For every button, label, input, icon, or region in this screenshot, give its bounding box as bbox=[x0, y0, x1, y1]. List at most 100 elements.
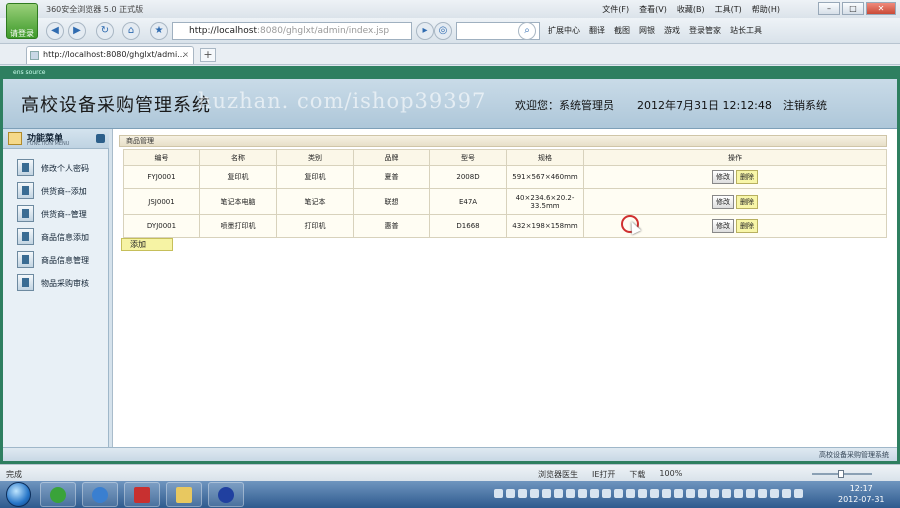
refresh-icon[interactable]: ↻ bbox=[96, 22, 114, 40]
zoom-slider-handle[interactable] bbox=[838, 470, 844, 478]
cell-brand: 惠普 bbox=[353, 214, 430, 238]
toolbar-extensions[interactable]: 扩展中心 bbox=[548, 25, 580, 36]
zoom-slider[interactable] bbox=[812, 470, 872, 478]
ie-icon bbox=[92, 487, 108, 503]
tray-icon[interactable] bbox=[590, 489, 599, 498]
tray-icon[interactable] bbox=[614, 489, 623, 498]
add-product-button[interactable]: 添加 bbox=[121, 238, 173, 251]
new-tab-button[interactable]: + bbox=[200, 48, 216, 62]
favorite-star-icon[interactable]: ★ bbox=[150, 22, 168, 40]
delete-button[interactable]: 删除 bbox=[736, 170, 758, 184]
toolbar-games[interactable]: 游戏 bbox=[664, 25, 680, 36]
toolbar-bank[interactable]: 网银 bbox=[639, 25, 655, 36]
toolbar-translate[interactable]: 翻译 bbox=[589, 25, 605, 36]
tray-icon[interactable] bbox=[518, 489, 527, 498]
tray-icon[interactable] bbox=[542, 489, 551, 498]
tray-icon[interactable] bbox=[506, 489, 515, 498]
main-content: 商品管理 编号 名称 类别 品牌 型号 规格 操作 FYJ0001 复印机 复印… bbox=[113, 129, 897, 447]
tray-icon[interactable] bbox=[734, 489, 743, 498]
menu-item-icon bbox=[17, 274, 34, 291]
menu-item-icon bbox=[17, 228, 34, 245]
sidebar-item-purchase-review[interactable]: 物品采购审核 bbox=[17, 274, 107, 294]
taskbar-media[interactable] bbox=[208, 482, 244, 507]
logout-link[interactable]: 注销系统 bbox=[783, 97, 827, 113]
cell-model: E47A bbox=[429, 188, 507, 215]
toolbar-login-manager[interactable]: 登录管家 bbox=[689, 25, 721, 36]
tray-icon[interactable] bbox=[686, 489, 695, 498]
tab-close-icon[interactable]: × bbox=[182, 47, 189, 63]
search-icon[interactable]: ⌕ bbox=[518, 22, 536, 40]
tray-icon[interactable] bbox=[626, 489, 635, 498]
app-strip-text: ens source bbox=[13, 69, 46, 76]
menu-item-icon bbox=[17, 182, 34, 199]
maximize-button[interactable]: □ bbox=[842, 2, 864, 15]
tray-icon[interactable] bbox=[794, 489, 803, 498]
tray-icon[interactable] bbox=[578, 489, 587, 498]
go-icon[interactable]: ▸ bbox=[416, 22, 434, 40]
tray-icon[interactable] bbox=[530, 489, 539, 498]
sidebar-item-supplier-add[interactable]: 供货商--添加 bbox=[17, 182, 107, 202]
delete-button[interactable]: 删除 bbox=[736, 219, 758, 233]
menu-tools[interactable]: 工具(T) bbox=[715, 4, 742, 15]
table-row: JSJ0001 笔记本电脑 笔记本 联想 E47A 40×234.6×20.2-… bbox=[123, 188, 887, 215]
browser-toolbar: 扩展中心 翻译 截图 网银 游戏 登录管家 站长工具 bbox=[548, 25, 762, 36]
sidebar-item-product-add[interactable]: 商品信息添加 bbox=[17, 228, 107, 248]
cell-category: 笔记本 bbox=[276, 188, 354, 215]
zoom-level[interactable]: 100% bbox=[659, 469, 682, 480]
tray-icon[interactable] bbox=[770, 489, 779, 498]
minimize-button[interactable]: – bbox=[818, 2, 840, 15]
address-bar[interactable]: http://localhost:8080/ghglxt/admin/index… bbox=[172, 22, 412, 40]
taskbar-app-red[interactable] bbox=[124, 482, 160, 507]
edit-button[interactable]: 修改 bbox=[712, 219, 734, 233]
cell-spec: 40×234.6×20.2-33.5mm bbox=[506, 188, 584, 215]
taskbar-ie[interactable] bbox=[82, 482, 118, 507]
taskbar-360-browser[interactable] bbox=[40, 482, 76, 507]
tray-icon[interactable] bbox=[638, 489, 647, 498]
tray-icon[interactable] bbox=[566, 489, 575, 498]
tray-icon[interactable] bbox=[554, 489, 563, 498]
taskbar-explorer[interactable] bbox=[166, 482, 202, 507]
tray-icon[interactable] bbox=[722, 489, 731, 498]
tray-icon[interactable] bbox=[674, 489, 683, 498]
browser-logo[interactable]: 请登录 bbox=[6, 3, 38, 39]
system-title: 高校设备采购管理系统 bbox=[21, 95, 211, 116]
taskbar-clock[interactable]: 12:17 2012-07-31 bbox=[838, 483, 885, 505]
tray-icon[interactable] bbox=[710, 489, 719, 498]
tray-icon[interactable] bbox=[782, 489, 791, 498]
tray-icon[interactable] bbox=[650, 489, 659, 498]
browser-doctor-button[interactable]: 浏览器医生 bbox=[538, 469, 578, 480]
back-icon[interactable]: ◀ bbox=[46, 22, 64, 40]
downloads-button[interactable]: 下载 bbox=[629, 469, 645, 480]
menu-favorites[interactable]: 收藏(B) bbox=[677, 4, 705, 15]
tray-icon[interactable] bbox=[758, 489, 767, 498]
address-path: :8080/ghglxt/admin/index.jsp bbox=[256, 26, 390, 36]
browser-tab[interactable]: http://localhost:8080/ghglxt/admi... × bbox=[26, 46, 194, 64]
edit-button[interactable]: 修改 bbox=[712, 194, 734, 209]
tray-icon[interactable] bbox=[746, 489, 755, 498]
tray-icon[interactable] bbox=[494, 489, 503, 498]
forward-icon[interactable]: ▶ bbox=[68, 22, 86, 40]
sidebar-item-label: 物品采购审核 bbox=[41, 279, 89, 288]
sidebar-item-supplier-manage[interactable]: 供货商--管理 bbox=[17, 205, 107, 225]
status-tools: 浏览器医生 IE打开 下载 100% bbox=[538, 469, 682, 480]
column-header: 名称 bbox=[199, 149, 277, 166]
open-in-ie-button[interactable]: IE打开 bbox=[592, 469, 615, 480]
close-window-button[interactable]: ✕ bbox=[866, 2, 896, 15]
menu-view[interactable]: 查看(V) bbox=[639, 4, 667, 15]
delete-button[interactable]: 删除 bbox=[736, 194, 758, 209]
sidebar-item-change-password[interactable]: 修改个人密码 bbox=[17, 159, 107, 179]
sidebar-toggle-icon[interactable] bbox=[96, 134, 105, 143]
menu-help[interactable]: 帮助(H) bbox=[752, 4, 780, 15]
sidebar-item-product-manage[interactable]: 商品信息管理 bbox=[17, 251, 107, 271]
edit-button[interactable]: 修改 bbox=[712, 170, 734, 184]
toolbar-webmaster[interactable]: 站长工具 bbox=[730, 25, 762, 36]
menu-file[interactable]: 文件(F) bbox=[602, 4, 629, 15]
shield-icon[interactable]: ◎ bbox=[434, 22, 452, 40]
tray-icon[interactable] bbox=[602, 489, 611, 498]
toolbar-screenshot[interactable]: 截图 bbox=[614, 25, 630, 36]
home-icon[interactable]: ⌂ bbox=[122, 22, 140, 40]
tray-icon[interactable] bbox=[662, 489, 671, 498]
start-button[interactable] bbox=[6, 482, 31, 507]
tray-icon[interactable] bbox=[698, 489, 707, 498]
system-tray bbox=[494, 489, 803, 498]
